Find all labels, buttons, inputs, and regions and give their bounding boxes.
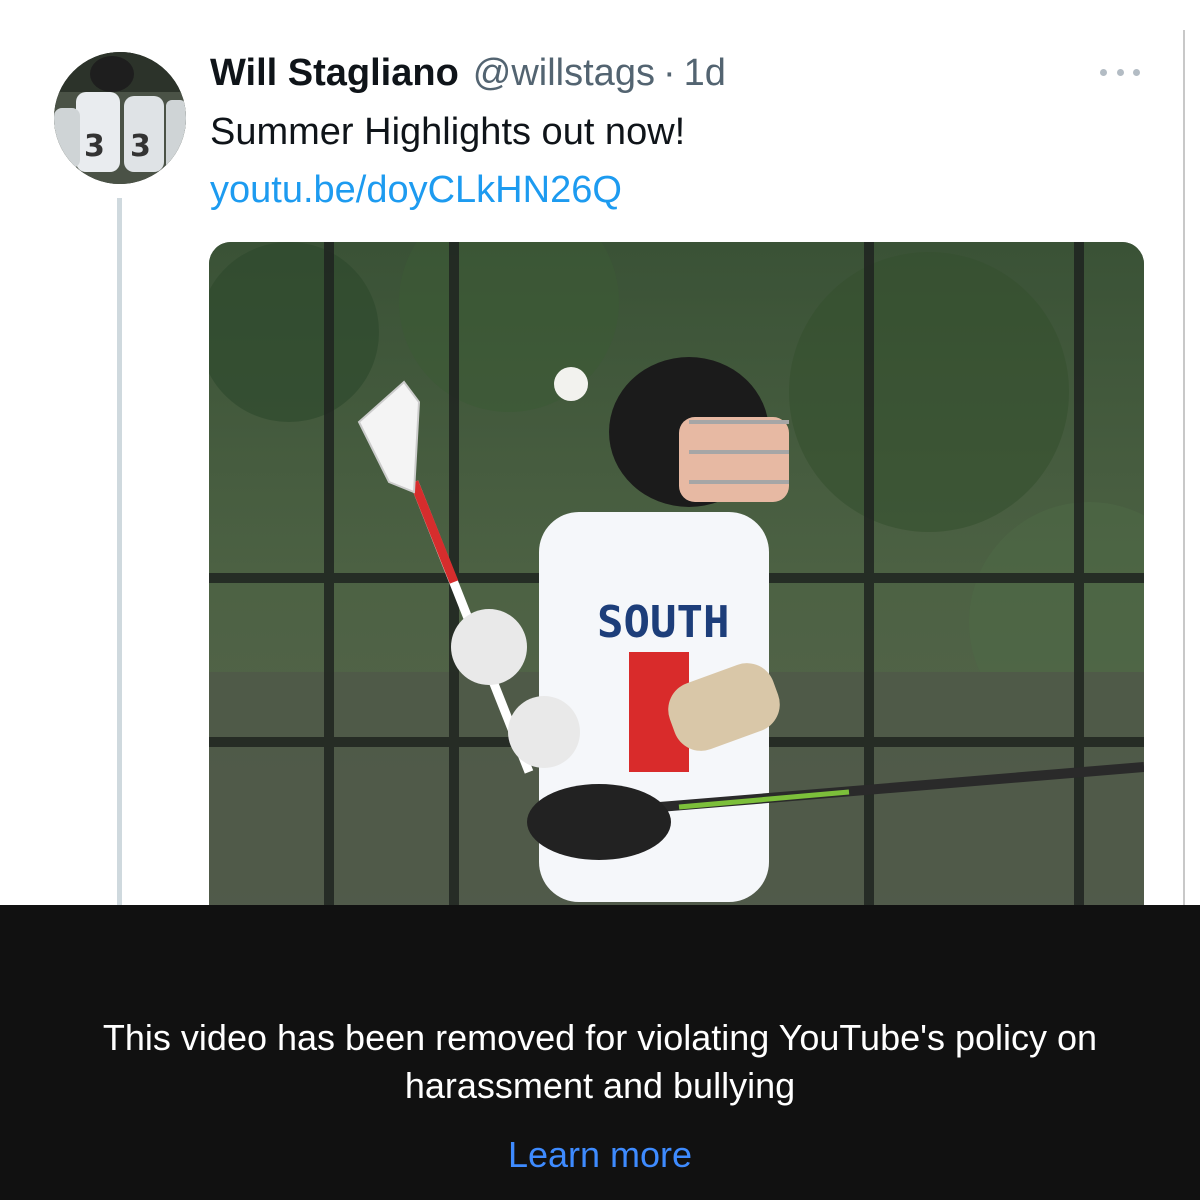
display-name[interactable]: Will Stagliano bbox=[210, 50, 459, 96]
ellipsis-icon[interactable] bbox=[1096, 58, 1144, 86]
avatar[interactable]: 3 3 bbox=[54, 52, 186, 184]
svg-text:SOUTH: SOUTH bbox=[597, 597, 729, 648]
avatar-image: 3 3 bbox=[54, 52, 186, 184]
tweet[interactable]: 3 3 Will Stagliano @willstags · 1d Summe… bbox=[0, 0, 1200, 942]
media-thumbnail[interactable]: SOUTH bbox=[209, 242, 1144, 942]
tweet-header: Will Stagliano @willstags · 1d bbox=[210, 50, 726, 96]
lacrosse-player-image: SOUTH bbox=[209, 242, 1144, 942]
thread-line bbox=[117, 198, 122, 908]
scrollbar[interactable] bbox=[1183, 30, 1195, 910]
separator-dot: · bbox=[662, 52, 676, 94]
tweet-text: Summer Highlights out now! bbox=[210, 111, 686, 153]
learn-more-link[interactable]: Learn more bbox=[0, 1132, 1200, 1178]
tweet-timestamp[interactable]: 1d bbox=[684, 50, 726, 96]
svg-text:3: 3 bbox=[84, 129, 105, 164]
user-handle[interactable]: @willstags bbox=[473, 50, 655, 96]
removed-video-message: This video has been removed for violatin… bbox=[102, 1017, 1098, 1106]
svg-text:3: 3 bbox=[130, 129, 151, 164]
tweet-link[interactable]: youtu.be/doyCLkHN26Q bbox=[210, 166, 622, 214]
